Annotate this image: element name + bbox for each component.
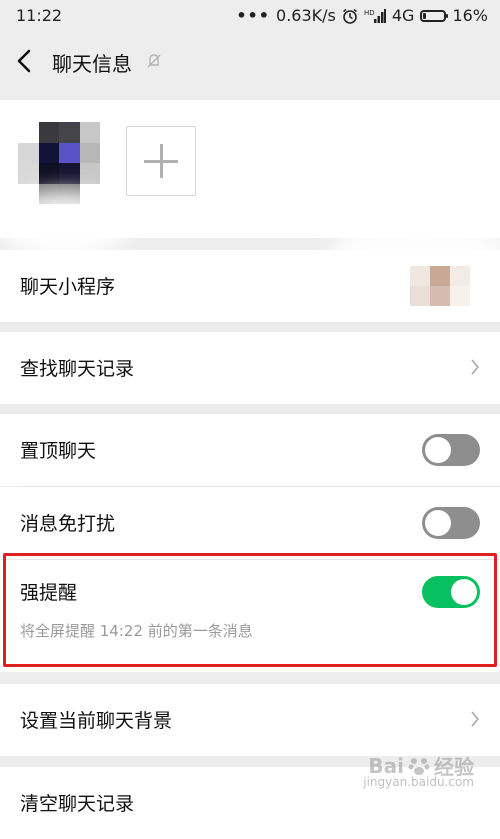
pin-chat-label: 置顶聊天: [20, 440, 97, 462]
network-speed: 0.63K/s: [276, 6, 336, 25]
clear-history-label: 清空聊天记录: [20, 793, 135, 815]
mute-toggle[interactable]: [422, 507, 480, 539]
back-arrow-icon[interactable]: [14, 47, 36, 75]
notification-dots: •••: [236, 6, 271, 25]
status-time: 11:22: [16, 6, 63, 25]
chevron-right-icon: [471, 711, 480, 727]
set-background-label: 设置当前聊天背景: [20, 710, 173, 732]
strong-reminder-description: 将全屏提醒 14:22 前的第一条消息: [20, 622, 253, 640]
search-history-row[interactable]: 查找聊天记录: [0, 332, 500, 404]
signal-hd-icon: HD: [364, 8, 386, 23]
baidu-jingyan-watermark: Bai 经验 jingyan.baidu.com: [363, 751, 474, 790]
chevron-right-icon: [471, 359, 480, 375]
battery-icon: [420, 9, 449, 22]
status-indicators: ••• 0.63K/s HD 4G 16%: [236, 6, 488, 25]
pin-chat-row: 置顶聊天: [0, 414, 500, 486]
pin-chat-toggle[interactable]: [422, 434, 480, 466]
mute-row: 消息免打扰: [0, 487, 500, 559]
add-member-button[interactable]: [126, 126, 196, 196]
set-background-row[interactable]: 设置当前聊天背景: [0, 684, 500, 756]
mute-bell-icon: [147, 54, 161, 68]
toggle-knob: [425, 437, 451, 463]
strong-reminder-toggle[interactable]: [422, 576, 480, 608]
alarm-icon: [342, 8, 357, 24]
search-history-label: 查找聊天记录: [20, 358, 135, 380]
toggle-knob: [425, 510, 451, 536]
mute-label: 消息免打扰: [20, 513, 116, 535]
mini-programs-label: 聊天小程序: [20, 276, 116, 298]
strong-reminder-label: 强提醒: [20, 582, 78, 604]
network-type: 4G: [391, 6, 415, 25]
mini-program-thumbnail[interactable]: [410, 266, 470, 306]
status-bar: 11:22 ••• 0.63K/s HD 4G 16%: [0, 0, 500, 32]
strong-reminder-row: 强提醒 将全屏提醒 14:22 前的第一条消息: [0, 560, 500, 672]
battery-percent: 16%: [452, 6, 488, 25]
svg-text:HD: HD: [364, 9, 375, 17]
paw-icon: [408, 757, 430, 775]
toggle-knob: [451, 579, 477, 605]
page-title: 聊天信息: [52, 52, 132, 76]
mini-programs-row[interactable]: 聊天小程序: [0, 250, 500, 322]
watermark-url: jingyan.baidu.com: [363, 775, 474, 789]
watermark-brand: Bai: [368, 753, 404, 778]
nav-bar: 聊天信息: [0, 34, 500, 90]
